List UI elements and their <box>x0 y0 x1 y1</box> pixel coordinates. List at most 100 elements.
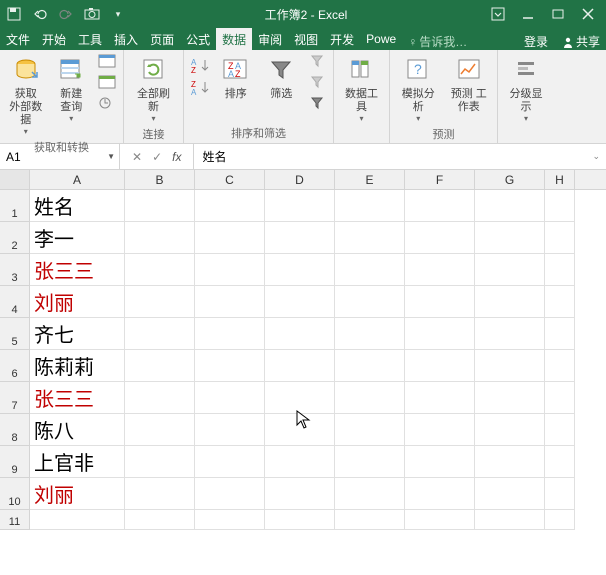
cell-B1[interactable] <box>125 190 195 222</box>
cell-G5[interactable] <box>475 318 545 350</box>
cell-G3[interactable] <box>475 254 545 286</box>
cell-E4[interactable] <box>335 286 405 318</box>
cell-D10[interactable] <box>265 478 335 510</box>
advanced-filter-icon[interactable] <box>305 93 329 112</box>
redo-icon[interactable] <box>58 6 74 22</box>
cell-D3[interactable] <box>265 254 335 286</box>
cell-F2[interactable] <box>405 222 475 254</box>
column-header-E[interactable]: E <box>335 170 405 189</box>
cell-F3[interactable] <box>405 254 475 286</box>
cell-D6[interactable] <box>265 350 335 382</box>
cell-F8[interactable] <box>405 414 475 446</box>
cell-H5[interactable] <box>545 318 575 350</box>
clear-filter-icon[interactable] <box>305 52 329 71</box>
cell-E10[interactable] <box>335 478 405 510</box>
cell-C7[interactable] <box>195 382 265 414</box>
row-header[interactable]: 11 <box>0 510 30 530</box>
cell-E5[interactable] <box>335 318 405 350</box>
reapply-icon[interactable] <box>305 73 329 92</box>
cell-G11[interactable] <box>475 510 545 530</box>
tab-工具[interactable]: 工具 <box>72 28 108 50</box>
cell-H10[interactable] <box>545 478 575 510</box>
cell-A8[interactable]: 陈八 <box>30 414 125 446</box>
cell-C4[interactable] <box>195 286 265 318</box>
cell-E1[interactable] <box>335 190 405 222</box>
cell-G1[interactable] <box>475 190 545 222</box>
cell-G4[interactable] <box>475 286 545 318</box>
recent-sources-icon[interactable] <box>95 93 119 112</box>
cell-H2[interactable] <box>545 222 575 254</box>
cell-A1[interactable]: 姓名 <box>30 190 125 222</box>
camera-icon[interactable] <box>84 6 100 22</box>
cell-C3[interactable] <box>195 254 265 286</box>
column-header-G[interactable]: G <box>475 170 545 189</box>
column-header-H[interactable]: H <box>545 170 575 189</box>
cell-F1[interactable] <box>405 190 475 222</box>
minimize-icon[interactable] <box>520 6 536 22</box>
cell-C9[interactable] <box>195 446 265 478</box>
from-table-icon[interactable] <box>95 73 119 92</box>
cell-H11[interactable] <box>545 510 575 530</box>
row-header[interactable]: 2 <box>0 222 30 254</box>
cell-G8[interactable] <box>475 414 545 446</box>
data-tools-button[interactable]: 数据工具 ▾ <box>338 52 385 125</box>
share-button[interactable]: 共享 <box>556 33 606 50</box>
maximize-icon[interactable] <box>550 6 566 22</box>
cell-F5[interactable] <box>405 318 475 350</box>
tab-视图[interactable]: 视图 <box>288 28 324 50</box>
cell-H9[interactable] <box>545 446 575 478</box>
tab-开发[interactable]: 开发 <box>324 28 360 50</box>
row-header[interactable]: 9 <box>0 446 30 478</box>
fx-icon[interactable]: fx <box>172 150 181 164</box>
show-queries-icon[interactable] <box>95 52 119 71</box>
qat-more-icon[interactable]: ▾ <box>110 6 126 22</box>
cell-G7[interactable] <box>475 382 545 414</box>
tab-Powe[interactable]: Powe <box>360 28 402 50</box>
chevron-down-icon[interactable]: ▼ <box>107 152 115 161</box>
cell-B5[interactable] <box>125 318 195 350</box>
outline-button[interactable]: 分级显示 ▾ <box>502 52 550 125</box>
cell-F10[interactable] <box>405 478 475 510</box>
row-header[interactable]: 5 <box>0 318 30 350</box>
expand-formula-icon[interactable]: ⌄ <box>592 151 600 162</box>
cell-A6[interactable]: 陈莉莉 <box>30 350 125 382</box>
undo-icon[interactable] <box>32 6 48 22</box>
cell-G2[interactable] <box>475 222 545 254</box>
cancel-formula-icon[interactable]: ✕ <box>132 150 142 164</box>
cell-A7[interactable]: 张三三 <box>30 382 125 414</box>
column-header-A[interactable]: A <box>30 170 125 189</box>
cell-H1[interactable] <box>545 190 575 222</box>
cell-H6[interactable] <box>545 350 575 382</box>
cell-H8[interactable] <box>545 414 575 446</box>
cell-F4[interactable] <box>405 286 475 318</box>
row-header[interactable]: 8 <box>0 414 30 446</box>
row-header[interactable]: 1 <box>0 190 30 222</box>
sort-desc-icon[interactable]: ZA <box>188 78 212 98</box>
cell-F9[interactable] <box>405 446 475 478</box>
cell-A9[interactable]: 上官非 <box>30 446 125 478</box>
cell-H4[interactable] <box>545 286 575 318</box>
cell-A2[interactable]: 李一 <box>30 222 125 254</box>
cell-E8[interactable] <box>335 414 405 446</box>
tab-开始[interactable]: 开始 <box>36 28 72 50</box>
cell-B2[interactable] <box>125 222 195 254</box>
cell-B9[interactable] <box>125 446 195 478</box>
cell-D11[interactable] <box>265 510 335 530</box>
cell-H3[interactable] <box>545 254 575 286</box>
cell-E6[interactable] <box>335 350 405 382</box>
column-header-D[interactable]: D <box>265 170 335 189</box>
cell-B6[interactable] <box>125 350 195 382</box>
cell-B3[interactable] <box>125 254 195 286</box>
cell-A3[interactable]: 张三三 <box>30 254 125 286</box>
cell-B10[interactable] <box>125 478 195 510</box>
tab-页面[interactable]: 页面 <box>144 28 180 50</box>
cell-D1[interactable] <box>265 190 335 222</box>
row-header[interactable]: 4 <box>0 286 30 318</box>
cell-C5[interactable] <box>195 318 265 350</box>
refresh-all-button[interactable]: 全部刷新 ▾ <box>128 52 179 125</box>
tell-me[interactable]: ♀ 告诉我… <box>408 33 467 50</box>
cell-C2[interactable] <box>195 222 265 254</box>
filter-button[interactable]: 筛选 <box>260 52 304 103</box>
row-header[interactable]: 6 <box>0 350 30 382</box>
cell-F11[interactable] <box>405 510 475 530</box>
